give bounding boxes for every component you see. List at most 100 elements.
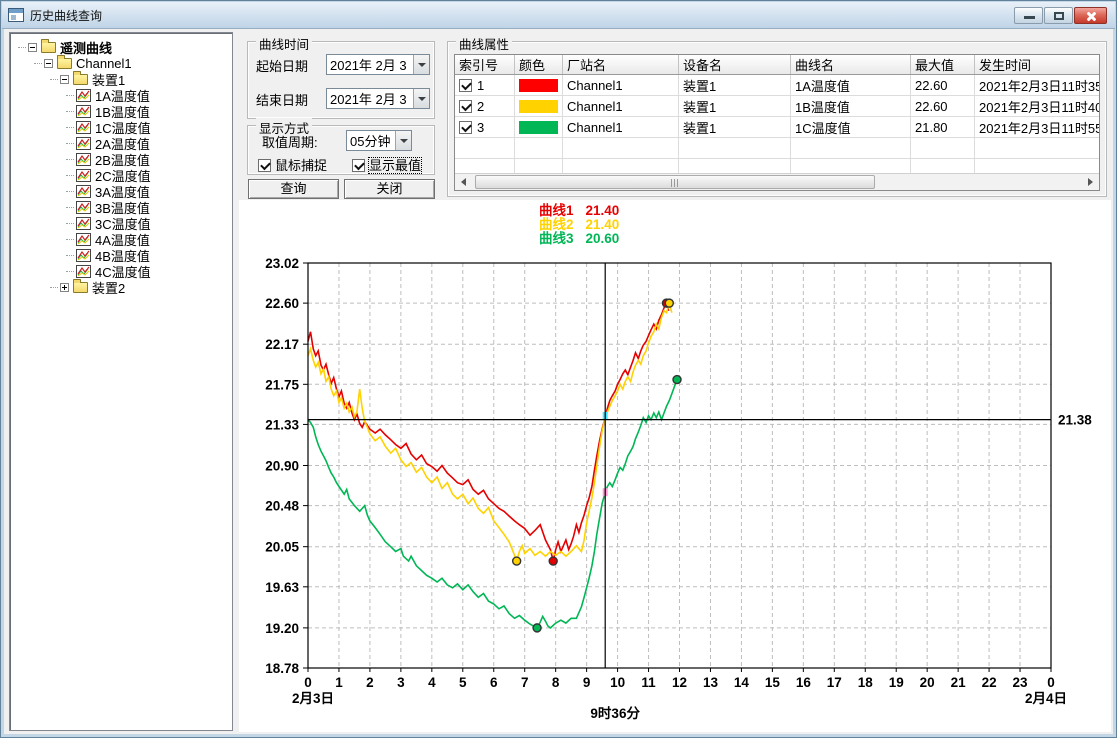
column-header-曲线名[interactable]: 曲线名 (791, 55, 911, 74)
collapse-icon[interactable] (60, 75, 69, 84)
color-swatch (519, 121, 558, 134)
cell-station: Channel1 (563, 96, 679, 116)
end-date-dropdown-icon[interactable] (413, 89, 429, 108)
column-header-厂站名[interactable]: 厂站名 (563, 55, 679, 74)
row-index-cell: 1 (455, 75, 515, 95)
start-date-dropdown-icon[interactable] (413, 55, 429, 74)
period-select[interactable]: 05分钟 (346, 130, 412, 151)
close-window-button[interactable] (1074, 7, 1107, 24)
start-date-label: 起始日期 (256, 56, 308, 75)
cell-curve: 1C温度值 (791, 117, 911, 137)
table-row-2[interactable]: 2Channel1装置11B温度值22.602021年2月3日11时40 (455, 96, 1099, 117)
close-button[interactable]: 关闭 (344, 179, 435, 199)
start-date-select[interactable]: 2021年 2月 3 (326, 54, 430, 75)
x-axis-label: 13 (703, 675, 719, 690)
curve-properties-group-title: 曲线属性 (456, 34, 512, 53)
period-dropdown-icon[interactable] (395, 131, 411, 150)
column-header-最大值[interactable]: 最大值 (911, 55, 975, 74)
tree-item-label: 遥测曲线 (60, 38, 112, 57)
legend-value: 21.40 (586, 204, 632, 218)
row-index: 2 (477, 99, 484, 114)
minimize-button[interactable] (1014, 7, 1043, 24)
x-axis-label: 10 (610, 675, 625, 690)
collapse-icon[interactable] (44, 59, 53, 68)
series-line-曲线1 (308, 303, 669, 561)
minimize-icon (1024, 16, 1035, 19)
x-axis-label: 5 (459, 675, 467, 690)
y-axis-label: 21.75 (265, 377, 299, 392)
column-header-发生时间[interactable]: 发生时间 (975, 55, 1100, 74)
column-header-索引号[interactable]: 索引号 (455, 55, 515, 74)
folder-icon (41, 42, 56, 53)
y-axis-label: 19.20 (265, 621, 299, 636)
mouse-capture-checkbox[interactable] (258, 159, 271, 172)
tree-connector (66, 271, 74, 272)
app-window: 历史曲线查询 遥测曲线Channel1装置11A温度值1B温度值1C温度值2A温… (0, 0, 1117, 738)
empty-cell (679, 138, 791, 158)
curve-color-cell (515, 96, 563, 116)
x-axis-label: 14 (734, 675, 750, 690)
y-axis-label: 20.48 (265, 499, 299, 514)
horizontal-scrollbar[interactable] (455, 173, 1099, 190)
curve-visible-checkbox[interactable] (459, 121, 472, 134)
y-axis-label: 18.78 (265, 661, 299, 676)
curve-chart[interactable]: 18.7819.2019.6320.0520.4820.9021.3321.75… (239, 200, 1111, 732)
curve-icon (76, 185, 91, 198)
curve-visible-checkbox[interactable] (459, 100, 472, 113)
expand-icon[interactable] (60, 283, 69, 292)
table-row-1[interactable]: 1Channel1装置11A温度值22.602021年2月3日11时35 (455, 75, 1099, 96)
curve-icon (76, 105, 91, 118)
column-header-设备名[interactable]: 设备名 (679, 55, 791, 74)
max-marker-曲线2 (665, 299, 673, 307)
end-date-select[interactable]: 2021年 2月 3 (326, 88, 430, 109)
max-marker-曲线3 (673, 376, 681, 384)
x-axis-label: 22 (982, 675, 997, 690)
empty-cell (563, 138, 679, 158)
tree-item-label: Channel1 (76, 56, 132, 71)
curve-properties-group: 曲线属性 索引号颜色厂站名设备名曲线名最大值发生时间 1Channel1装置11… (447, 41, 1107, 197)
legend-label: 曲线1 (539, 204, 574, 218)
table-header-row: 索引号颜色厂站名设备名曲线名最大值发生时间 (455, 55, 1099, 75)
x-axis-label: 16 (796, 675, 812, 690)
row-index: 1 (477, 78, 484, 93)
cell-station: Channel1 (563, 75, 679, 95)
show-extremes-checkbox[interactable] (352, 159, 365, 172)
color-swatch (519, 79, 558, 92)
curve-visible-checkbox[interactable] (459, 79, 472, 92)
column-header-颜色[interactable]: 颜色 (515, 55, 563, 74)
scroll-right-icon[interactable] (1082, 174, 1099, 190)
cell-time: 2021年2月3日11时35 (975, 75, 1100, 95)
query-button[interactable]: 查询 (248, 179, 339, 199)
cell-device: 装置1 (679, 96, 791, 116)
maximize-button[interactable] (1044, 7, 1073, 24)
tree-connector (66, 95, 74, 96)
x-axis-label: 8 (552, 675, 560, 690)
legend-entry-曲线2: 曲线221.40 (539, 218, 632, 232)
collapse-icon[interactable] (28, 43, 37, 52)
tree-connector (66, 239, 74, 240)
x-axis-label: 3 (397, 675, 405, 690)
tree-item-装置2[interactable]: 装置2 (10, 279, 232, 295)
folder-icon (57, 58, 72, 69)
chart-legend: 曲线121.40曲线221.40曲线320.60 (539, 204, 632, 246)
table-body: 1Channel1装置11A温度值22.602021年2月3日11时352Cha… (455, 75, 1099, 180)
x-axis-label: 23 (1013, 675, 1029, 690)
start-date-value: 2021年 2月 3 (327, 55, 413, 74)
x-axis-label: 11 (641, 675, 656, 690)
scroll-left-icon[interactable] (455, 174, 472, 190)
tree-connector (66, 127, 74, 128)
x-axis-label: 21 (951, 675, 967, 690)
curve-color-cell (515, 117, 563, 137)
crosshair-time-label: 9时36分 (590, 705, 640, 721)
y-axis-label: 20.90 (265, 459, 299, 474)
scrollbar-thumb[interactable] (475, 175, 875, 189)
maximize-icon (1054, 12, 1064, 20)
curve-properties-grid: 索引号颜色厂站名设备名曲线名最大值发生时间 1Channel1装置11A温度值2… (454, 54, 1100, 191)
empty-cell (515, 138, 563, 158)
table-row-3[interactable]: 3Channel1装置11C温度值21.802021年2月3日11时55 (455, 117, 1099, 138)
tree-item-遥测曲线[interactable]: 遥测曲线 (10, 39, 232, 55)
table-empty-row (455, 138, 1099, 159)
curve-time-group-title: 曲线时间 (256, 34, 312, 53)
empty-cell (791, 138, 911, 158)
x-axis-label: 19 (889, 675, 904, 690)
